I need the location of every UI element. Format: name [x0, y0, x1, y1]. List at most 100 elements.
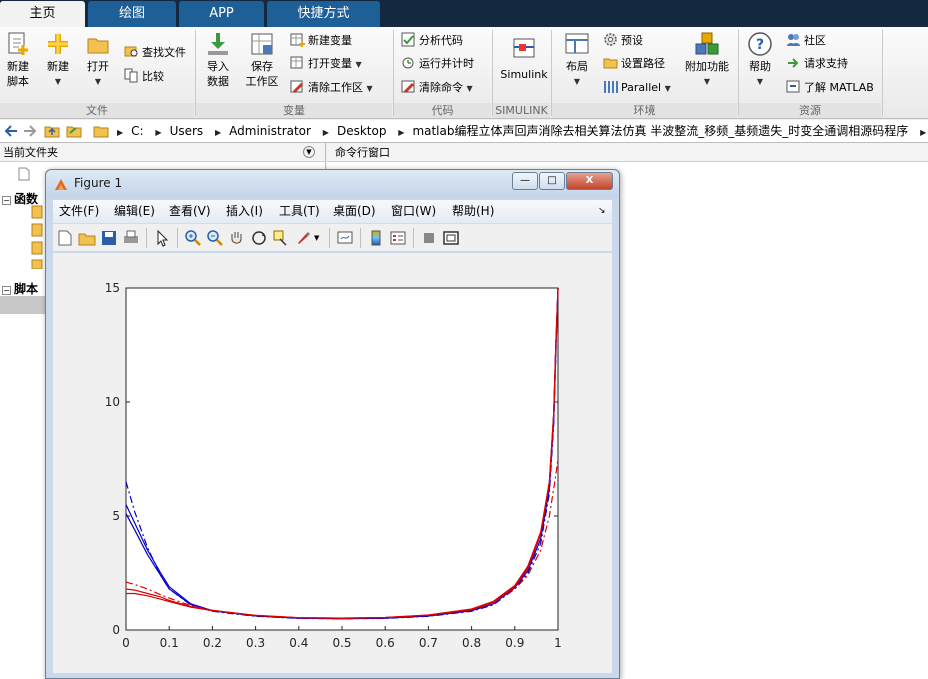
open-dropdown-icon: ▼ [94, 77, 102, 86]
tab-plots[interactable]: 绘图 [88, 1, 176, 27]
breadcrumb-item[interactable]: Administrator [229, 124, 311, 138]
rotate-3d-icon[interactable] [250, 229, 268, 247]
help-button[interactable]: ? 帮助 ▼ [744, 31, 776, 89]
menu-edit[interactable]: 编辑(E) [114, 200, 155, 223]
new-plus-icon [45, 31, 71, 57]
forward-arrow-icon[interactable] [22, 123, 38, 139]
menu-view[interactable]: 查看(V) [169, 200, 211, 223]
breadcrumb-separator-icon: ▶ [398, 128, 405, 137]
parallel-dropdown-icon[interactable]: ▼ [665, 84, 671, 93]
open-file-icon[interactable] [78, 229, 96, 247]
open-folder-icon [85, 31, 111, 57]
breadcrumb: ▶ C: ▶ Users ▶ Administrator ▶ Desktop ▶ matl… [113, 120, 928, 142]
new-button[interactable]: 新建 ▼ [42, 31, 74, 89]
breadcrumb-item[interactable]: matlab编程立体声回声消除去相关算法仿真 半波整流_移频_基频遗失_时变全通… [412, 124, 908, 138]
layout-icon [564, 31, 590, 57]
collapse-icon[interactable]: − [2, 196, 11, 205]
clear-commands-dropdown-icon[interactable]: ▼ [467, 84, 473, 93]
run-and-time-button[interactable]: 运行并计时 [401, 54, 474, 74]
request-support-button[interactable]: 请求支持 [786, 54, 848, 74]
svg-text:?: ? [756, 37, 764, 53]
print-icon[interactable] [122, 229, 140, 247]
current-folder-header: 当前文件夹 ▼ [0, 143, 325, 162]
analyze-code-button[interactable]: 分析代码 [401, 31, 463, 51]
learn-matlab-button[interactable]: 了解 MATLAB [786, 78, 874, 98]
simulink-label: Simulink [500, 68, 548, 81]
figure-window: Figure 1 — □ X 文件(F) 编辑(E) 查看(V) 插入(I) 工… [45, 169, 620, 679]
collapse-icon[interactable]: − [2, 286, 11, 295]
set-path-button[interactable]: 设置路径 [603, 54, 665, 74]
pan-hand-icon[interactable] [228, 229, 246, 247]
tab-shortcuts[interactable]: 快捷方式 [267, 1, 380, 27]
menu-desktop[interactable]: 桌面(D) [333, 200, 376, 223]
y-tick-label: 0 [112, 623, 120, 637]
open-variable-dropdown-icon[interactable]: ▼ [356, 60, 362, 69]
clear-workspace-button[interactable]: 清除工作区 ▼ [290, 78, 373, 98]
community-icon [786, 32, 801, 47]
menu-file[interactable]: 文件(F) [59, 200, 99, 223]
run-and-time-label: 运行并计时 [419, 57, 474, 70]
maximize-button[interactable]: □ [539, 172, 565, 190]
new-variable-button[interactable]: 新建变量 [290, 31, 352, 51]
pointer-arrow-icon[interactable] [153, 229, 171, 247]
open-variable-label: 打开变量 [308, 57, 352, 70]
layout-button[interactable]: 布局 ▼ [559, 31, 595, 89]
folder-icon [93, 123, 109, 139]
selected-script-row[interactable] [0, 296, 46, 314]
x-tick-label: 0.2 [203, 636, 222, 650]
breadcrumb-item[interactable]: Desktop [337, 124, 387, 138]
zoom-in-icon[interactable] [184, 229, 202, 247]
tab-apps[interactable]: APP [179, 1, 264, 27]
new-label: 新建 [47, 60, 69, 73]
breadcrumb-item[interactable]: C: [131, 124, 143, 138]
clear-commands-button[interactable]: 清除命令 ▼ [401, 78, 473, 98]
open-button[interactable]: 打开 ▼ [82, 31, 114, 89]
y-tick-label: 15 [105, 281, 120, 295]
colorbar-icon[interactable] [367, 229, 385, 247]
minimize-button[interactable]: — [512, 172, 538, 190]
menu-window[interactable]: 窗口(W) [391, 200, 436, 223]
close-button[interactable]: X [566, 172, 613, 190]
new-figure-icon[interactable] [56, 229, 74, 247]
zoom-out-icon[interactable] [206, 229, 224, 247]
brush-icon[interactable] [294, 229, 312, 247]
clear-workspace-dropdown-icon[interactable]: ▼ [367, 84, 373, 93]
link-plot-icon[interactable] [336, 229, 354, 247]
compare-button[interactable]: 比较 [124, 67, 164, 87]
preferences-button[interactable]: 预设 [603, 31, 643, 51]
find-files-label: 查找文件 [142, 46, 186, 59]
menu-help[interactable]: 帮助(H) [452, 200, 494, 223]
browse-folder-icon[interactable] [66, 123, 82, 139]
menu-insert[interactable]: 插入(I) [226, 200, 263, 223]
up-folder-icon[interactable] [44, 123, 60, 139]
open-variable-button[interactable]: 打开变量 ▼ [290, 54, 362, 74]
save-workspace-button[interactable]: 保存 工作区 [242, 31, 282, 89]
breadcrumb-item[interactable]: Users [170, 124, 204, 138]
addons-label: 附加功能 [685, 60, 729, 73]
axes-box [125, 287, 559, 631]
import-data-button[interactable]: 导入 数据 [202, 31, 234, 89]
community-button[interactable]: 社区 [786, 31, 826, 51]
panel-menu-chevron-icon[interactable]: ▼ [303, 146, 315, 158]
show-plot-tools-icon[interactable] [442, 229, 460, 247]
legend-icon[interactable] [389, 229, 407, 247]
hide-plot-tools-icon[interactable] [420, 229, 438, 247]
dock-arrow-icon[interactable]: ↘ [598, 200, 606, 223]
new-script-button[interactable]: 新建 脚本 [2, 31, 34, 89]
plot-canvas[interactable]: 0 0.1 0.2 0.3 0.4 0.5 0.6 0.7 0.8 0.9 1051015 [53, 253, 612, 673]
simulink-icon [511, 35, 537, 61]
menu-tools[interactable]: 工具(T) [279, 200, 320, 223]
simulink-button[interactable]: Simulink [499, 31, 549, 82]
save-icon[interactable] [100, 229, 118, 247]
addons-button[interactable]: 附加功能 ▼ [684, 31, 730, 89]
x-tick-label: 0 [122, 636, 130, 650]
tab-home[interactable]: 主页 [0, 1, 85, 27]
data-cursor-icon[interactable] [272, 229, 290, 247]
find-files-button[interactable]: 查找文件 [124, 43, 186, 63]
tree-node-scripts[interactable]: − 脚本 [0, 280, 38, 297]
back-arrow-icon[interactable] [3, 123, 19, 139]
parallel-button[interactable]: Parallel ▼ [603, 78, 671, 98]
brush-dropdown-icon[interactable]: ▼ [314, 229, 322, 247]
new-script-icon [5, 31, 31, 57]
figure-titlebar[interactable]: Figure 1 — □ X [46, 170, 619, 198]
